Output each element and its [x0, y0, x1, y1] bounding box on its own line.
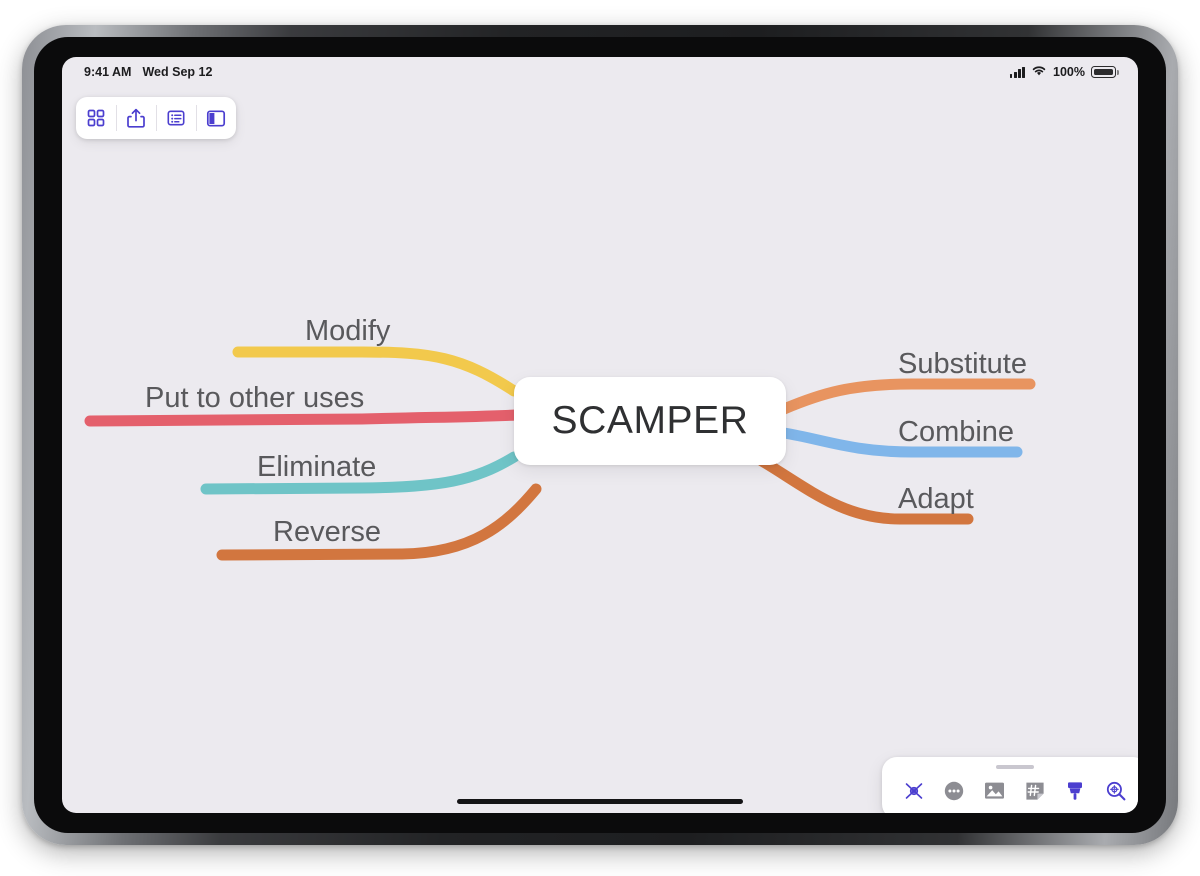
mindmap-node-eliminate[interactable]: Eliminate: [257, 451, 376, 484]
mindmap-node-adapt[interactable]: Adapt: [898, 483, 974, 516]
mindmap-node-put-to-other-uses[interactable]: Put to other uses: [145, 382, 364, 415]
mindmap-node-combine-label: Combine: [898, 416, 1015, 448]
ipad-device-frame: 9:41 AM Wed Sep 12 100% SCAMPER Modify P…: [22, 25, 1178, 845]
collapse-node-button[interactable]: [897, 777, 931, 809]
collapse-node-icon: [903, 780, 925, 807]
more-dots-icon: [943, 780, 965, 807]
sticker-note-icon: [1024, 780, 1046, 807]
branch-line-put-to-other-uses: [84, 409, 523, 427]
mindmap-node-reverse-label: Reverse: [273, 516, 381, 548]
mindmap-canvas[interactable]: SCAMPER Modify Put to other uses Elimina…: [62, 57, 1138, 813]
mindmap-node-put-to-other-uses-label: Put to other uses: [145, 382, 365, 414]
mindmap-node-modify[interactable]: Modify: [305, 315, 390, 348]
mindmap-node-eliminate-label: Eliminate: [257, 451, 377, 483]
magnifier-icon: [1105, 780, 1127, 807]
zoom-button[interactable]: [1099, 777, 1133, 809]
ipad-screen: 9:41 AM Wed Sep 12 100% SCAMPER Modify P…: [62, 57, 1138, 813]
more-options-button[interactable]: [937, 777, 971, 809]
mindmap-node-substitute-label: Substitute: [898, 348, 1027, 380]
bottom-toolbar: [882, 757, 1138, 813]
mindmap-node-substitute[interactable]: Substitute: [898, 348, 1027, 381]
mindmap-node-combine[interactable]: Combine: [898, 416, 1014, 449]
mindmap-node-adapt-label: Adapt: [898, 483, 974, 515]
home-indicator[interactable]: [457, 799, 743, 804]
style-brush-button[interactable]: [1058, 777, 1092, 809]
mindmap-center-node[interactable]: SCAMPER: [514, 377, 786, 465]
insert-sticker-button[interactable]: [1018, 777, 1052, 809]
screenshot-root: 9:41 AM Wed Sep 12 100% SCAMPER Modify P…: [0, 0, 1200, 876]
branch-line-substitute: [778, 378, 1036, 415]
mindmap-node-modify-label: Modify: [305, 315, 391, 347]
paintbrush-icon: [1065, 780, 1085, 807]
image-icon: [983, 780, 1006, 806]
mindmap-center-label: SCAMPER: [551, 399, 749, 442]
drag-handle[interactable]: [996, 765, 1034, 769]
mindmap-node-reverse[interactable]: Reverse: [273, 516, 381, 549]
insert-image-button[interactable]: [978, 777, 1012, 809]
